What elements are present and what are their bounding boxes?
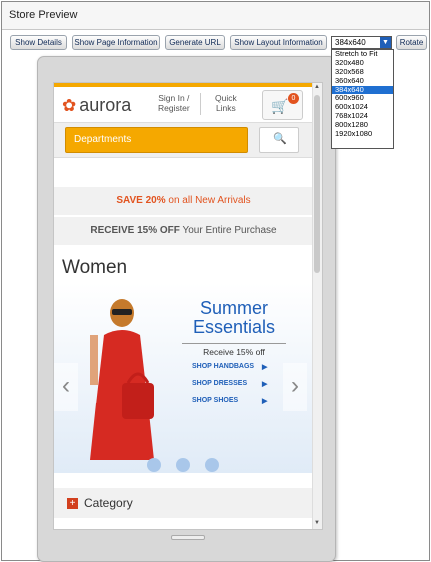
carousel-dot[interactable] [205, 458, 219, 472]
promo-banner-sale[interactable]: SAVE 20% on all New Arrivals [54, 187, 313, 215]
banner-headline: Summer Essentials [174, 299, 294, 337]
title-bar: Store Preview [2, 2, 429, 30]
section-title: Women [62, 257, 128, 278]
promo-sale-text: on all New Arrivals [165, 195, 251, 206]
show-details-button[interactable]: Show Details [10, 35, 67, 50]
chevron-down-icon[interactable]: ▼ [380, 37, 391, 48]
header-divider [200, 93, 201, 115]
promo-discount-highlight: RECEIVE 15% OFF [90, 225, 180, 236]
resolution-select[interactable]: 384x640 ▼ [331, 36, 392, 49]
logo-text: aurora [79, 95, 132, 115]
category-accordion[interactable]: + Category [54, 488, 313, 518]
plus-icon: + [67, 498, 78, 509]
carousel-dot[interactable] [147, 458, 161, 472]
banner-headline-line1: Summer [199, 298, 268, 318]
window-title: Store Preview [9, 9, 78, 21]
scroll-up-icon[interactable]: ▲ [314, 84, 320, 90]
links-label: Links [215, 103, 236, 113]
rotate-button[interactable]: Rotate [396, 35, 427, 50]
store-logo[interactable]: ✿ aurora [62, 95, 131, 116]
shopping-cart-icon: 🛒 [271, 98, 289, 114]
store-preview-window: Store Preview Show Details Show Page Inf… [1, 1, 430, 562]
shop-dresses-link[interactable]: SHOP DRESSES ▶ [192, 380, 267, 388]
sign-in-label: Sign In / [158, 93, 190, 103]
shop-dresses-label: SHOP DRESSES [192, 380, 248, 387]
triangle-right-icon: ▶ [262, 398, 268, 405]
shop-shoes-link[interactable]: SHOP SHOES ▶ [192, 397, 267, 405]
resolution-selected-value: 384x640 [335, 38, 366, 47]
cart-count-badge: 0 [288, 93, 299, 104]
flower-logo-icon: ✿ [62, 96, 77, 115]
device-screen: ✿ aurora Sign In / Register Quick Links 🛒… [53, 82, 323, 530]
scrollbar-thumb[interactable] [314, 95, 320, 273]
shop-handbags-label: SHOP HANDBAGS [192, 363, 255, 370]
hero-banner[interactable]: Summer Essentials Receive 15% off SHOP H… [54, 283, 313, 473]
show-layout-information-button[interactable]: Show Layout Information [230, 35, 327, 50]
cart-button[interactable]: 🛒 0 [262, 90, 303, 120]
carousel-next-arrow-icon[interactable]: › [283, 363, 307, 411]
generate-url-button[interactable]: Generate URL [165, 35, 225, 50]
triangle-right-icon: ▶ [262, 364, 268, 371]
promo-discount-text: Your Entire Purchase [179, 225, 277, 236]
quick-label: Quick [215, 93, 237, 103]
search-row: Departments 🔍 [54, 122, 313, 158]
dropdown-option[interactable]: 1920x1080 [332, 129, 393, 139]
banner-headline-line2: Essentials [192, 317, 276, 337]
search-icon: 🔍 [273, 133, 287, 145]
device-frame: ✿ aurora Sign In / Register Quick Links 🛒… [37, 56, 336, 562]
vertical-scrollbar[interactable]: ▲ ▼ [312, 83, 322, 529]
quick-links-menu[interactable]: Quick Links [215, 93, 237, 113]
promo-sale-highlight: SAVE 20% [116, 195, 166, 206]
departments-button[interactable]: Departments [65, 127, 248, 153]
carousel-prev-arrow-icon[interactable]: ‹ [54, 363, 78, 411]
header-accent-bar [54, 83, 313, 87]
carousel-dot[interactable] [176, 458, 190, 472]
register-label: Register [158, 103, 190, 113]
banner-subhead: Receive 15% off [182, 343, 286, 357]
resolution-dropdown-list: Stretch to Fit 320x480 320x568 360x640 3… [331, 49, 394, 149]
search-button[interactable]: 🔍 [259, 127, 299, 153]
scroll-down-icon[interactable]: ▼ [314, 520, 320, 526]
category-label: Category [84, 496, 133, 510]
model-image [90, 299, 154, 460]
shop-handbags-link[interactable]: SHOP HANDBAGS ▶ [192, 363, 267, 371]
sign-in-link[interactable]: Sign In / Register [158, 93, 190, 113]
shop-shoes-label: SHOP SHOES [192, 397, 239, 404]
show-page-information-button[interactable]: Show Page Information [72, 35, 160, 50]
departments-label: Departments [74, 134, 132, 145]
promo-banner-discount[interactable]: RECEIVE 15% OFF Your Entire Purchase [54, 217, 313, 245]
triangle-right-icon: ▶ [262, 381, 268, 388]
device-home-button [171, 535, 205, 540]
